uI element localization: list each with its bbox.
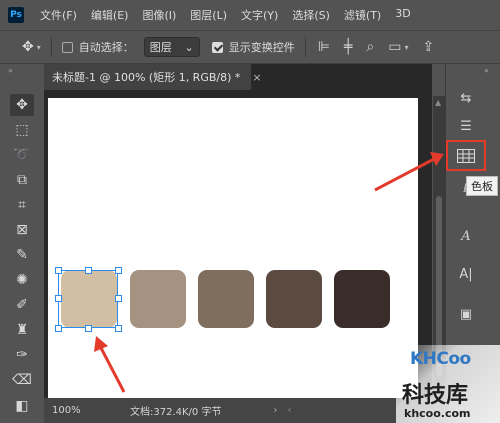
watermark-name: 科技库 [402,383,469,408]
arrow-to-swatches-button [374,152,444,192]
arrow-to-first-swatch [94,336,126,393]
watermark-logo: KHCoo [410,349,471,369]
watermark-url: khcoo.com [404,407,471,420]
watermark: KHCoo 科技库 khcoo.com [396,345,500,423]
